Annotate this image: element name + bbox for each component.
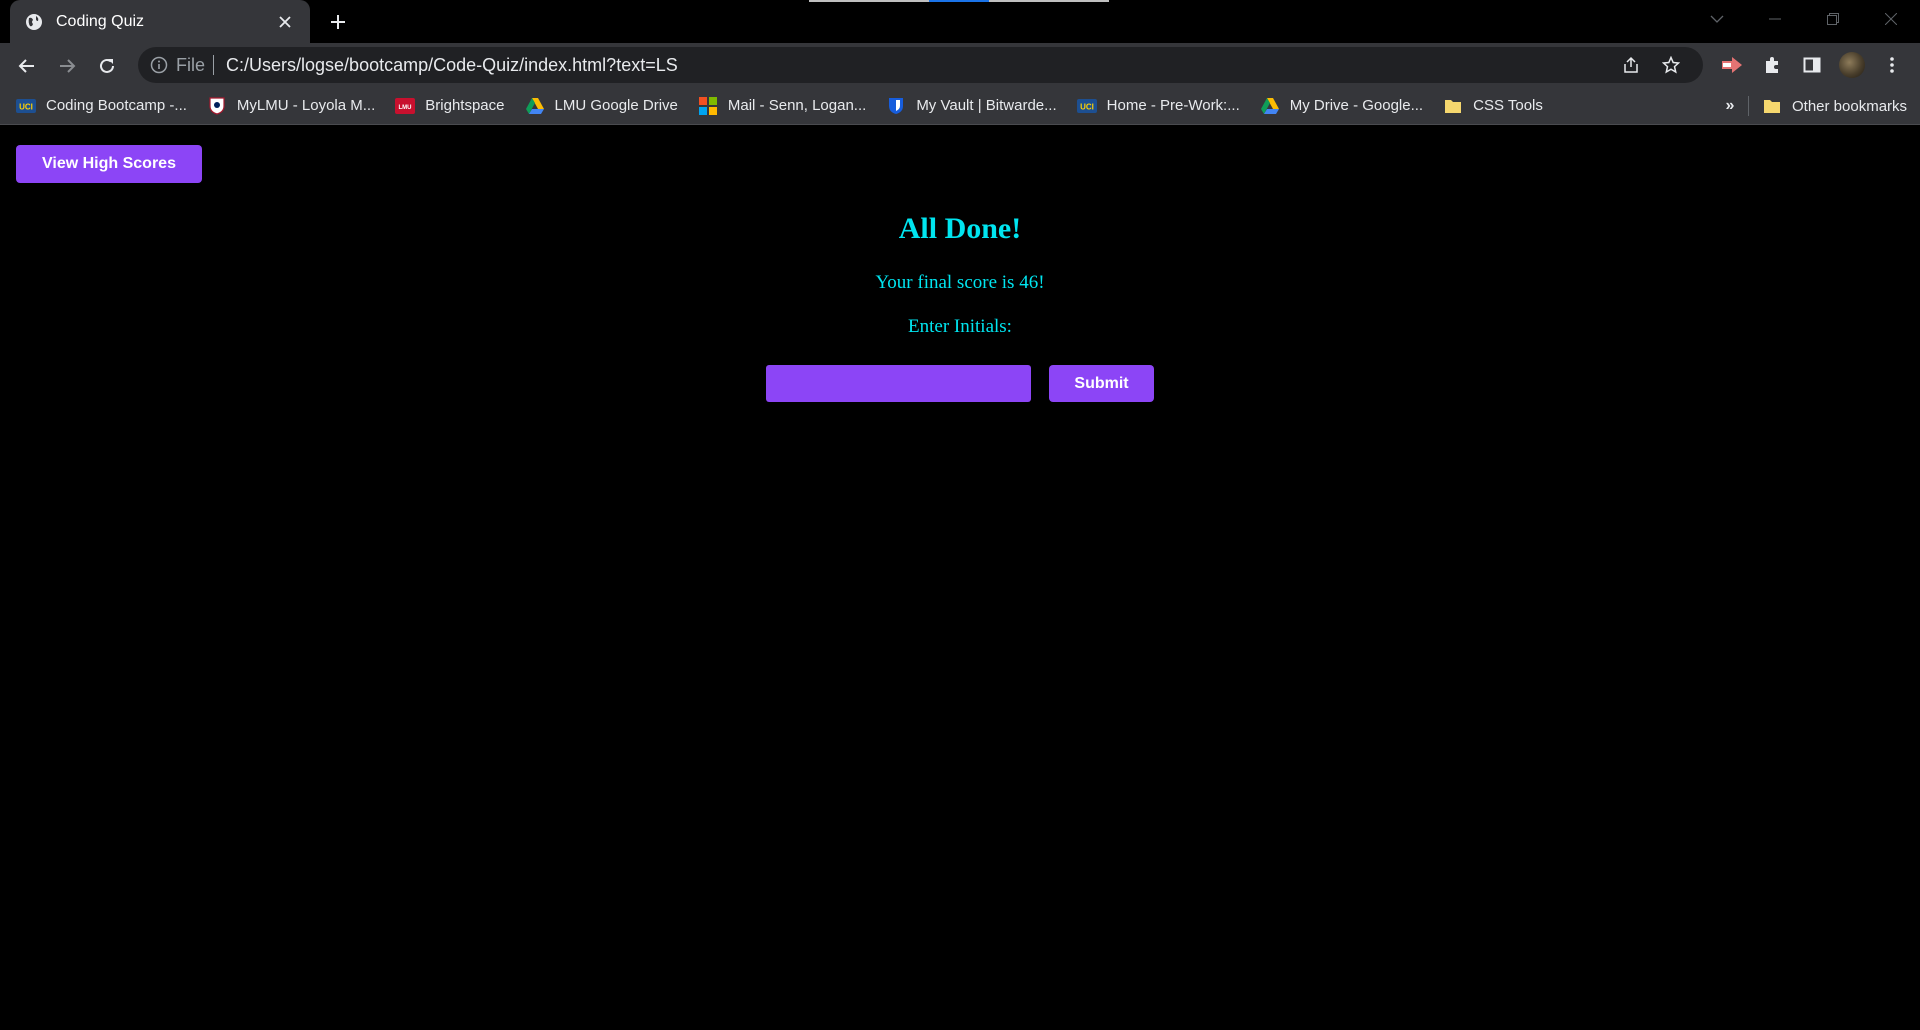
minimize-icon <box>1769 18 1781 20</box>
page-content: View High Scores All Done! Your final sc… <box>0 126 1920 1030</box>
menu-button[interactable] <box>1872 47 1912 83</box>
microsoft-icon <box>698 96 718 116</box>
top-indicator-highlight <box>929 0 989 2</box>
svg-text:UCI: UCI <box>1080 102 1094 111</box>
submit-button[interactable]: Submit <box>1049 365 1154 402</box>
uci-icon: UCI <box>16 96 36 116</box>
svg-text:LMU: LMU <box>399 105 412 111</box>
final-score-text: Your final score is 46! <box>875 272 1045 293</box>
globe-icon <box>24 12 44 32</box>
bookmark-item[interactable]: My Vault | Bitwarde... <box>876 91 1066 121</box>
shield-icon <box>207 96 227 116</box>
arrow-right-icon <box>60 59 76 73</box>
other-bookmarks-label: Other bookmarks <box>1792 97 1908 115</box>
arrow-left-icon <box>18 59 34 73</box>
bookmarks-overflow-button[interactable]: » <box>1716 91 1744 121</box>
plus-icon <box>331 15 345 29</box>
other-bookmarks[interactable]: Other bookmarks <box>1752 91 1917 121</box>
reload-icon <box>100 58 114 73</box>
extension-arrow-icon[interactable] <box>1712 47 1752 83</box>
view-high-scores-button[interactable]: View High Scores <box>16 145 202 183</box>
restore-icon <box>1827 13 1839 25</box>
bookmark-label: CSS Tools <box>1473 97 1543 114</box>
avatar-icon <box>1839 52 1865 78</box>
bookmark-item[interactable]: CSS Tools <box>1433 91 1553 121</box>
close-icon[interactable] <box>274 11 296 33</box>
google-drive-icon <box>1260 96 1280 116</box>
bookmark-list: UCI Coding Bootcamp -... MyLMU - Loyola M.… <box>0 91 1553 121</box>
bookmark-label: My Vault | Bitwarde... <box>916 97 1057 114</box>
bookmark-label: Mail - Senn, Logan... <box>727 97 867 114</box>
reload-button[interactable] <box>92 51 122 81</box>
forward-button[interactable] <box>52 51 82 81</box>
folder-icon <box>1443 96 1463 116</box>
new-tab-button[interactable] <box>324 8 352 36</box>
chevron-down-icon <box>1710 15 1724 23</box>
bitwarden-icon <box>886 96 906 116</box>
bookmark-item[interactable]: MyLMU - Loyola M... <box>197 91 385 121</box>
page-title: All Done! <box>898 212 1022 245</box>
address-bar-actions <box>1611 47 1691 83</box>
window-controls <box>1688 0 1920 38</box>
tab-strip: Coding Quiz <box>0 0 1920 43</box>
close-window-button[interactable] <box>1862 0 1920 38</box>
info-icon[interactable] <box>150 56 168 74</box>
bookmark-item[interactable]: LMU Brightspace <box>385 91 514 121</box>
bookmark-item[interactable]: My Drive - Google... <box>1250 91 1433 121</box>
restore-button[interactable] <box>1804 0 1862 38</box>
bookmark-item[interactable]: Mail - Senn, Logan... <box>688 91 876 121</box>
address-bar[interactable]: File C:/Users/logse/bootcamp/Code-Quiz/i… <box>138 47 1703 83</box>
bookmark-label: Brightspace <box>425 97 505 114</box>
url-text[interactable]: C:/Users/logse/bootcamp/Code-Quiz/index.… <box>226 55 678 76</box>
bookmark-label: Home - Pre-Work:... <box>1106 97 1240 114</box>
minimize-button[interactable] <box>1746 0 1804 38</box>
extensions-area <box>1712 47 1912 83</box>
tab-coding-quiz[interactable]: Coding Quiz <box>10 0 310 43</box>
bookmark-label: MyLMU - Loyola M... <box>236 97 376 114</box>
browser-toolbar: File C:/Users/logse/bootcamp/Code-Quiz/i… <box>0 43 1920 87</box>
tab-search-button[interactable] <box>1688 0 1746 38</box>
url-separator <box>213 55 215 75</box>
tab-title: Coding Quiz <box>56 12 145 30</box>
bookmark-item[interactable]: UCI Home - Pre-Work:... <box>1067 91 1250 121</box>
back-button[interactable] <box>12 51 42 81</box>
svg-text:UCI: UCI <box>19 102 33 111</box>
bookmark-item[interactable]: UCI Coding Bootcamp -... <box>6 91 197 121</box>
bookmark-label: LMU Google Drive <box>554 97 678 114</box>
side-panel-icon[interactable] <box>1792 47 1832 83</box>
puzzle-icon[interactable] <box>1752 47 1792 83</box>
google-drive-icon <box>525 96 545 116</box>
bookmark-label: My Drive - Google... <box>1289 97 1424 114</box>
bookmarks-bar: UCI Coding Bootcamp -... MyLMU - Loyola M.… <box>0 87 1920 125</box>
bookmarks-divider <box>1748 96 1749 116</box>
url-scheme: File <box>176 54 206 75</box>
initials-label: Enter Initials: <box>908 316 1012 337</box>
uci-icon: UCI <box>1076 96 1097 116</box>
share-icon[interactable] <box>1611 47 1651 83</box>
close-icon <box>1885 13 1897 25</box>
star-icon[interactable] <box>1651 47 1691 83</box>
bookmark-item[interactable]: LMU Google Drive <box>515 91 688 121</box>
profile-avatar[interactable] <box>1832 47 1872 83</box>
lmu-icon: LMU <box>395 96 416 116</box>
initials-input[interactable] <box>766 365 1031 402</box>
more-vertical-icon <box>1890 57 1894 73</box>
bookmark-label: Coding Bootcamp -... <box>46 97 187 114</box>
folder-icon <box>1762 96 1782 116</box>
